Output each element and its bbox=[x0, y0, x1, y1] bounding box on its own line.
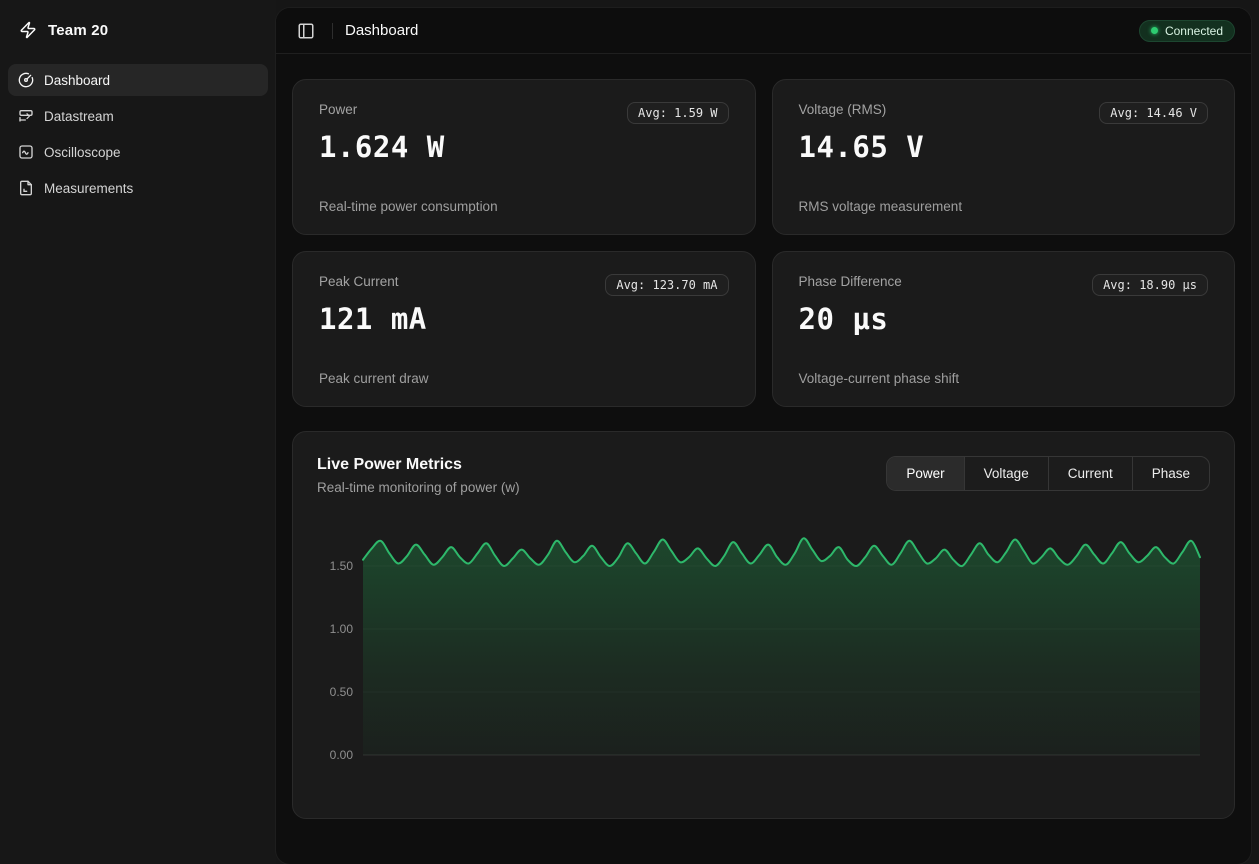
metric-title: Voltage (RMS) bbox=[799, 102, 887, 117]
svg-text:1.00: 1.00 bbox=[330, 622, 354, 636]
team-switcher[interactable]: Team 20 bbox=[0, 0, 276, 56]
sidebar-item-dashboard[interactable]: Dashboard bbox=[8, 64, 268, 96]
tab-current[interactable]: Current bbox=[1048, 457, 1132, 490]
page-title: Dashboard bbox=[345, 22, 418, 39]
avg-badge: Avg: 18.90 µs bbox=[1092, 274, 1208, 296]
power-area-chart[interactable]: 0.00 0.50 1.00 1.50 bbox=[317, 527, 1210, 775]
metric-title: Power bbox=[319, 102, 357, 117]
waveform-square-icon bbox=[18, 144, 34, 160]
sidebar-toggle-button[interactable] bbox=[292, 17, 320, 45]
chart-svg: 0.00 0.50 1.00 1.50 bbox=[317, 527, 1204, 775]
chart-subtitle: Real-time monitoring of power (w) bbox=[317, 480, 520, 495]
metric-title: Phase Difference bbox=[799, 274, 902, 289]
metric-value: 121 mA bbox=[319, 302, 729, 336]
team-name: Team 20 bbox=[48, 22, 108, 39]
app-root: Team 20 Dashboard Datastream bbox=[0, 0, 1259, 864]
file-chart-icon bbox=[18, 180, 34, 196]
metric-description: Voltage-current phase shift bbox=[799, 371, 1209, 386]
metric-value: 14.65 V bbox=[799, 130, 1209, 164]
sidebar: Team 20 Dashboard Datastream bbox=[0, 0, 276, 864]
metric-title: Peak Current bbox=[319, 274, 399, 289]
sidebar-item-measurements[interactable]: Measurements bbox=[8, 172, 268, 204]
tab-power[interactable]: Power bbox=[887, 457, 963, 490]
tab-voltage[interactable]: Voltage bbox=[964, 457, 1048, 490]
tab-phase[interactable]: Phase bbox=[1132, 457, 1209, 490]
status-label: Connected bbox=[1165, 24, 1223, 38]
avg-badge: Avg: 14.46 V bbox=[1099, 102, 1208, 124]
topbar-divider bbox=[332, 23, 333, 39]
live-metrics-card: Live Power Metrics Real-time monitoring … bbox=[292, 431, 1235, 819]
avg-badge: Avg: 123.70 mA bbox=[605, 274, 728, 296]
metric-card-phase: Phase Difference Avg: 18.90 µs 20 µs Vol… bbox=[772, 251, 1236, 407]
sidebar-item-label: Datastream bbox=[44, 109, 114, 124]
status-dot-icon bbox=[1151, 27, 1158, 34]
avg-badge: Avg: 1.59 W bbox=[627, 102, 728, 124]
metric-description: Real-time power consumption bbox=[319, 199, 729, 214]
connection-status-badge: Connected bbox=[1139, 20, 1235, 42]
chart-title: Live Power Metrics bbox=[317, 456, 520, 474]
metric-cards-grid: Power Avg: 1.59 W 1.624 W Real-time powe… bbox=[292, 79, 1235, 407]
sidebar-item-oscilloscope[interactable]: Oscilloscope bbox=[8, 136, 268, 168]
sidebar-item-label: Measurements bbox=[44, 181, 133, 196]
zap-icon bbox=[18, 20, 38, 40]
sidebar-item-label: Oscilloscope bbox=[44, 145, 121, 160]
metric-value: 20 µs bbox=[799, 302, 1209, 336]
panel-left-icon bbox=[297, 22, 315, 40]
metric-description: RMS voltage measurement bbox=[799, 199, 1209, 214]
topbar: Dashboard Connected bbox=[276, 8, 1251, 54]
metric-card-voltage: Voltage (RMS) Avg: 14.46 V 14.65 V RMS v… bbox=[772, 79, 1236, 235]
svg-text:0.50: 0.50 bbox=[330, 685, 354, 699]
main-panel: Dashboard Connected Power Avg: 1.59 W 1.… bbox=[276, 8, 1251, 864]
main-wrap: Dashboard Connected Power Avg: 1.59 W 1.… bbox=[276, 0, 1259, 864]
gauge-icon bbox=[18, 72, 34, 88]
dashboard-content: Power Avg: 1.59 W 1.624 W Real-time powe… bbox=[276, 54, 1251, 819]
metric-card-peak-current: Peak Current Avg: 123.70 mA 121 mA Peak … bbox=[292, 251, 756, 407]
sidebar-item-datastream[interactable]: Datastream bbox=[8, 100, 268, 132]
svg-text:1.50: 1.50 bbox=[330, 559, 354, 573]
metric-description: Peak current draw bbox=[319, 371, 729, 386]
metric-tab-group: Power Voltage Current Phase bbox=[886, 456, 1210, 491]
metric-card-power: Power Avg: 1.59 W 1.624 W Real-time powe… bbox=[292, 79, 756, 235]
datastream-icon bbox=[18, 108, 34, 124]
sidebar-item-label: Dashboard bbox=[44, 73, 110, 88]
svg-text:0.00: 0.00 bbox=[330, 748, 354, 762]
metric-value: 1.624 W bbox=[319, 130, 729, 164]
sidebar-nav: Dashboard Datastream Oscilloscope bbox=[0, 56, 276, 212]
